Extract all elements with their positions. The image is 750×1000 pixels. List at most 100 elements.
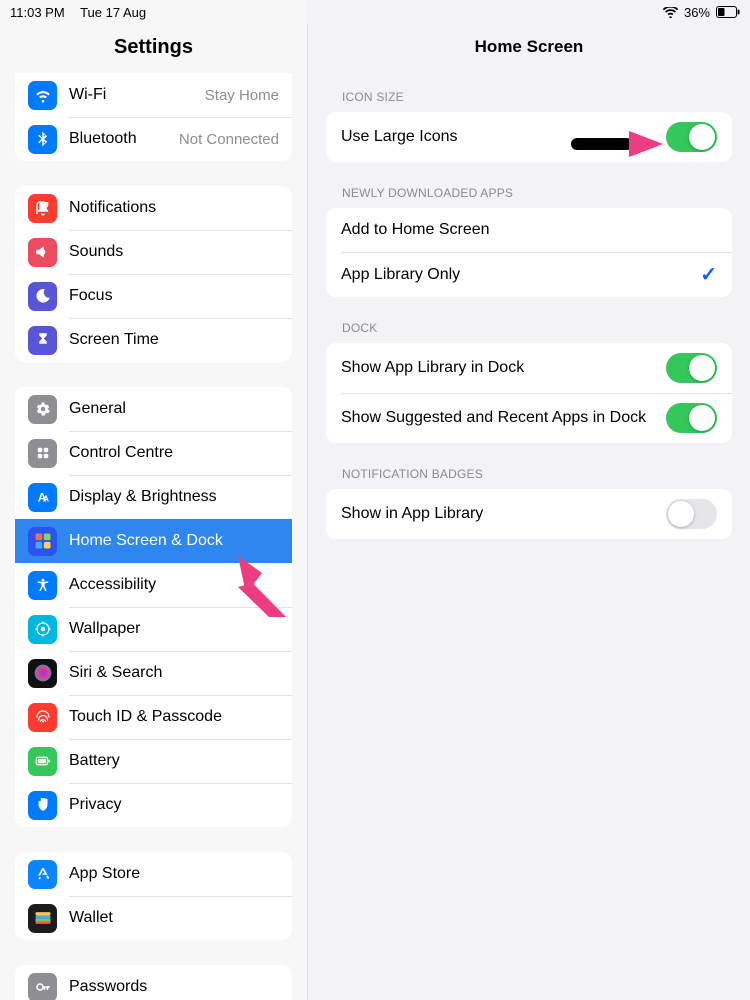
sidebar-item-bluetooth[interactable]: BluetoothNot Connected — [15, 117, 292, 161]
sidebar-item-label: Siri & Search — [69, 664, 279, 682]
toggle-use-large-icons[interactable] — [666, 122, 717, 152]
sidebar-item-label: Accessibility — [69, 576, 279, 594]
wifi-icon — [28, 81, 57, 110]
wallet-icon — [28, 904, 57, 933]
status-bar: 11:03 PM Tue 17 Aug 36% — [0, 0, 750, 24]
wifi-icon — [663, 7, 678, 18]
bluetooth-icon — [28, 125, 57, 154]
sidebar-item-sounds[interactable]: Sounds — [15, 230, 292, 274]
sidebar-item-label: Wallet — [69, 909, 279, 927]
sidebar-item-label: Notifications — [69, 199, 279, 217]
statusbar-battery-pct: 36% — [684, 5, 710, 20]
sidebar-item-label: Wi-Fi — [69, 86, 205, 104]
svg-text:A: A — [43, 495, 49, 504]
sidebar-item-detail: Stay Home — [205, 87, 279, 104]
sidebar-group: General Control Centre AA Display & Brightn… — [15, 387, 292, 827]
sounds-icon — [28, 238, 57, 267]
detail-row-use-large-icons[interactable]: Use Large Icons — [326, 112, 732, 162]
sidebar-item-passwords[interactable]: Passwords — [15, 965, 292, 1000]
sidebar-item-detail: Not Connected — [179, 131, 279, 148]
statusbar-date: Tue 17 Aug — [80, 5, 146, 20]
toggle-suggested-dock[interactable] — [666, 403, 717, 433]
detail-row-label: Show Suggested and Recent Apps in Dock — [341, 409, 666, 427]
accessibility-icon — [28, 571, 57, 600]
screentime-icon — [28, 326, 57, 355]
sidebar-item-siri[interactable]: Siri & Search — [15, 651, 292, 695]
passwords-icon — [28, 973, 57, 1000]
sidebar-item-general[interactable]: General — [15, 387, 292, 431]
detail-row-add-home[interactable]: Add to Home Screen — [326, 208, 732, 252]
sidebar-item-accessibility[interactable]: Accessibility — [15, 563, 292, 607]
sidebar-item-label: Bluetooth — [69, 130, 179, 148]
focus-icon — [28, 282, 57, 311]
sidebar-group: App Store Wallet — [15, 852, 292, 940]
section-header: ICON SIZE — [326, 72, 732, 112]
detail-title: Home Screen — [308, 24, 750, 72]
detail-row-lib-in-dock[interactable]: Show App Library in Dock — [326, 343, 732, 393]
sidebar-item-label: General — [69, 400, 279, 418]
checkmark-icon: ✓ — [700, 262, 717, 287]
sidebar-item-wallpaper[interactable]: Wallpaper — [15, 607, 292, 651]
detail-row-app-lib-only[interactable]: App Library Only✓ — [326, 252, 732, 297]
sidebar-item-display[interactable]: AA Display & Brightness — [15, 475, 292, 519]
toggle-lib-in-dock[interactable] — [666, 353, 717, 383]
touchid-icon — [28, 703, 57, 732]
sidebar-item-controlcentre[interactable]: Control Centre — [15, 431, 292, 475]
sidebar-item-battery[interactable]: Battery — [15, 739, 292, 783]
sidebar-item-touchid[interactable]: Touch ID & Passcode — [15, 695, 292, 739]
sidebar-item-label: Privacy — [69, 796, 279, 814]
battery-icon — [716, 6, 740, 18]
detail-row-label: Show in App Library — [341, 505, 666, 523]
sidebar-item-homescreen[interactable]: Home Screen & Dock — [15, 519, 292, 563]
sidebar-group: Wi-FiStay HomeBluetoothNot Connected — [15, 73, 292, 161]
sidebar-item-label: App Store — [69, 865, 279, 883]
sidebar-item-privacy[interactable]: Privacy — [15, 783, 292, 827]
notifications-icon — [28, 194, 57, 223]
toggle-badges-lib[interactable] — [666, 499, 717, 529]
controlcentre-icon — [28, 439, 57, 468]
statusbar-right: 36% — [663, 5, 740, 20]
statusbar-left: 11:03 PM Tue 17 Aug — [10, 5, 158, 20]
detail-scroll[interactable]: ICON SIZE Use Large Icons NEWLY DOWNLOADED… — [308, 72, 750, 1000]
sidebar-item-label: Focus — [69, 287, 279, 305]
section-header: NOTIFICATION BADGES — [326, 443, 732, 489]
statusbar-time: 11:03 PM — [10, 5, 65, 20]
sidebar-item-focus[interactable]: Focus — [15, 274, 292, 318]
detail-row-label: App Library Only — [341, 266, 700, 284]
detail-row-badges-lib[interactable]: Show in App Library — [326, 489, 732, 539]
detail-row-label: Add to Home Screen — [341, 221, 717, 239]
sidebar-item-screentime[interactable]: Screen Time — [15, 318, 292, 362]
sidebar-group: Notifications Sounds Focus Screen Time — [15, 186, 292, 362]
sidebar-item-label: Control Centre — [69, 444, 279, 462]
settings-sidebar: Settings Wi-FiStay HomeBluetoothNot Conn… — [0, 24, 308, 1000]
section-header: DOCK — [326, 297, 732, 343]
appstore-icon — [28, 860, 57, 889]
sidebar-item-label: Battery — [69, 752, 279, 770]
homescreen-icon — [28, 527, 57, 556]
sidebar-item-appstore[interactable]: App Store — [15, 852, 292, 896]
detail-row-label: Use Large Icons — [341, 128, 666, 146]
detail-row-suggested-dock[interactable]: Show Suggested and Recent Apps in Dock — [326, 393, 732, 443]
wallpaper-icon — [28, 615, 57, 644]
section-header: NEWLY DOWNLOADED APPS — [326, 162, 732, 208]
sidebar-item-label: Touch ID & Passcode — [69, 708, 279, 726]
battery-icon — [28, 747, 57, 776]
sidebar-item-label: Display & Brightness — [69, 488, 279, 506]
sidebar-item-wallet[interactable]: Wallet — [15, 896, 292, 940]
sidebar-item-label: Screen Time — [69, 331, 279, 349]
sidebar-item-label: Sounds — [69, 243, 279, 261]
detail-row-label: Show App Library in Dock — [341, 359, 666, 377]
display-icon: AA — [28, 483, 57, 512]
privacy-icon — [28, 791, 57, 820]
general-icon — [28, 395, 57, 424]
sidebar-item-notifications[interactable]: Notifications — [15, 186, 292, 230]
siri-icon — [28, 659, 57, 688]
detail-group: Add to Home Screen App Library Only✓ — [326, 208, 732, 297]
detail-group: Use Large Icons — [326, 112, 732, 162]
sidebar-item-label: Passwords — [69, 978, 279, 996]
sidebar-group: Passwords — [15, 965, 292, 1000]
sidebar-item-wifi[interactable]: Wi-FiStay Home — [15, 73, 292, 117]
detail-pane: Home Screen ICON SIZE Use Large Icons NEWL… — [308, 24, 750, 1000]
detail-group: Show App Library in Dock Show Suggested a… — [326, 343, 732, 443]
sidebar-scroll[interactable]: Wi-FiStay HomeBluetoothNot ConnectedNoti… — [0, 73, 307, 1000]
